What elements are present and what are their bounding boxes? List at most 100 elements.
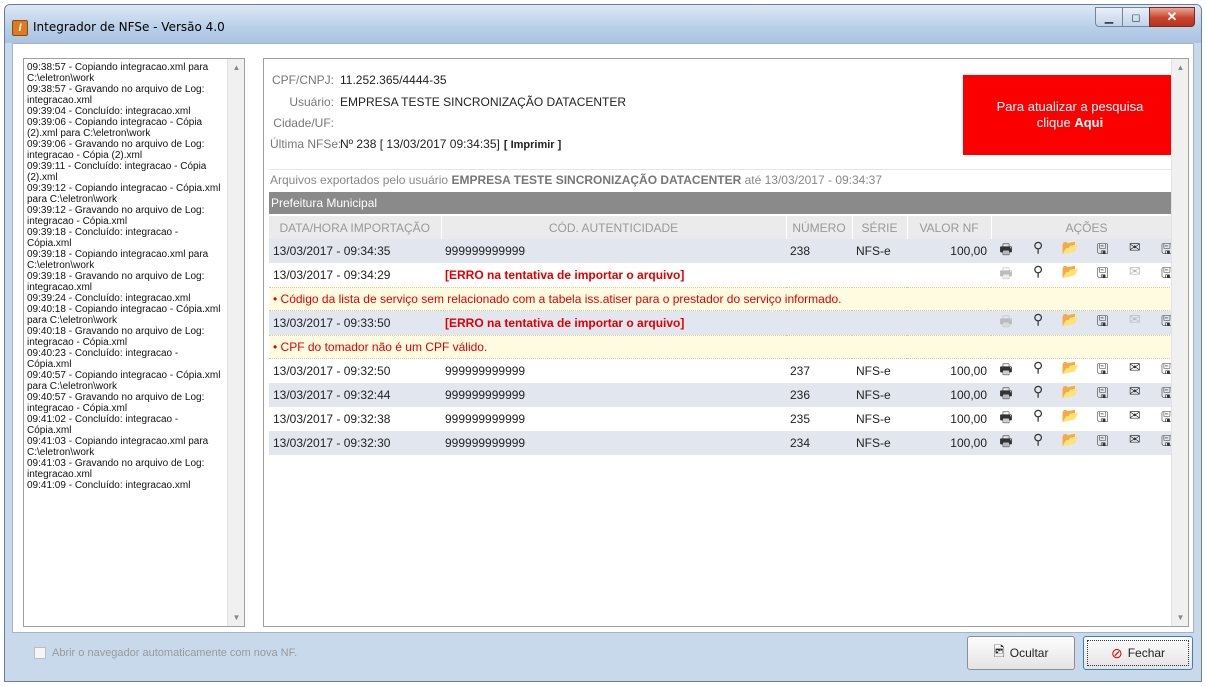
bullet-icon: • xyxy=(273,292,281,306)
export-icon[interactable]: 🖫 xyxy=(1094,311,1112,335)
open-folder-icon[interactable]: 📂 xyxy=(1061,263,1079,287)
open-folder-icon[interactable]: 📂 xyxy=(1061,239,1079,263)
hide-button[interactable]: 🖻 Ocultar xyxy=(967,636,1075,670)
export-icon[interactable]: 🖫 xyxy=(1094,239,1112,263)
refresh-banner[interactable]: Para atualizar a pesquisa clique Aqui xyxy=(963,75,1177,155)
scroll-down-icon[interactable]: ▼ xyxy=(228,609,244,626)
export-icon[interactable]: 🖫 xyxy=(1094,431,1112,455)
actions-cell: 🖶 ⚲ 📂 🖫 ✉ 🖫 xyxy=(991,263,1182,288)
email-icon[interactable]: ✉ xyxy=(1126,359,1144,383)
table-row[interactable]: 13/03/2017 - 09:32:44 999999999999 236 NFS-… xyxy=(269,383,1182,407)
refresh-prefix: clique xyxy=(1036,115,1075,130)
email-icon[interactable]: ✉ xyxy=(1126,311,1144,335)
refresh-link[interactable]: Aqui xyxy=(1074,115,1103,130)
number-cell xyxy=(786,310,852,336)
last-nfse-row: Última NFSe: Nº 238 [ 13/03/2017 09:34:3… xyxy=(270,137,770,153)
search-icon[interactable]: ⚲ xyxy=(1029,239,1047,263)
print-icon[interactable]: 🖶 xyxy=(997,431,1015,455)
number-cell: 235 xyxy=(786,407,852,431)
scroll-up-icon[interactable]: ▲ xyxy=(228,59,244,76)
open-folder-icon[interactable]: 📂 xyxy=(1061,383,1079,407)
open-folder-icon[interactable]: 📂 xyxy=(1061,431,1079,455)
log-line: 09:38:57 - Gravando no arquivo de Log: i… xyxy=(27,84,205,106)
search-icon[interactable]: ⚲ xyxy=(1029,263,1047,287)
log-line: 09:39:12 - Copiando integracao - Cópia.x… xyxy=(27,183,221,205)
cpf-label: CPF/CNPJ: xyxy=(271,73,334,87)
scroll-down-icon[interactable]: ▼ xyxy=(1172,609,1188,626)
open-folder-icon[interactable]: 📂 xyxy=(1061,359,1079,383)
main-scrollbar[interactable]: ▲ ▼ xyxy=(1171,59,1188,626)
email-icon[interactable]: ✉ xyxy=(1126,263,1144,287)
column-header: CÓD. AUTENTICIDADE xyxy=(441,216,787,239)
serie-cell xyxy=(852,310,907,336)
table-row[interactable]: 13/03/2017 - 09:32:50 999999999999 237 NFS-… xyxy=(269,358,1182,383)
export-icon[interactable]: 🖫 xyxy=(1094,263,1112,287)
actions-cell: 🖶 ⚲ 📂 🖫 ✉ 🖫 xyxy=(991,310,1182,336)
table-row[interactable]: 13/03/2017 - 09:34:29 [ERRO na tentativa … xyxy=(269,263,1182,288)
log-line: 09:41:09 - Concluído: integracao.xml xyxy=(27,480,191,491)
actions-cell: 🖶 ⚲ 📂 🖫 ✉ 🖫 xyxy=(991,383,1182,407)
log-line: 09:41:02 - Concluído: integracao - Cópia… xyxy=(27,414,179,436)
log-line: 09:40:23 - Concluído: integracao - Cópia… xyxy=(27,348,179,370)
refresh-line1: Para atualizar a pesquisa xyxy=(996,99,1144,114)
client-area: 09:38:57 - Copiando integracao.xml para … xyxy=(12,43,1194,633)
log-line: 09:39:24 - Concluído: integracao.xml xyxy=(27,293,191,304)
email-icon[interactable]: ✉ xyxy=(1126,407,1144,431)
app-icon: I xyxy=(12,20,28,36)
export-icon[interactable]: 🖫 xyxy=(1094,359,1112,383)
print-icon[interactable]: 🖶 xyxy=(997,311,1015,335)
table-row[interactable]: 13/03/2017 - 09:34:35 999999999999 238 NFS-… xyxy=(269,239,1182,263)
print-icon[interactable]: 🖶 xyxy=(997,407,1015,431)
auto-open-checkbox-row[interactable]: Abrir o navegador automaticamente com no… xyxy=(34,647,297,659)
minimize-icon[interactable]: ▁ xyxy=(1095,7,1123,27)
column-header: AÇÕES xyxy=(991,216,1183,239)
scroll-up-icon[interactable]: ▲ xyxy=(1172,59,1188,76)
print-icon[interactable]: 🖶 xyxy=(997,239,1015,263)
search-icon[interactable]: ⚲ xyxy=(1029,383,1047,407)
number-cell: 236 xyxy=(786,383,852,407)
print-icon[interactable]: 🖶 xyxy=(997,383,1015,407)
table-row[interactable]: 13/03/2017 - 09:33:50 [ERRO na tentativa … xyxy=(269,310,1182,336)
title-bar[interactable]: I Integrador de NFSe - Versão 4.0 ▁ ◻ ✕ xyxy=(5,5,1201,43)
code-cell: 999999999999 xyxy=(441,431,786,455)
log-line: 09:39:06 - Gravando no arquivo de Log: i… xyxy=(27,139,205,161)
print-link[interactable]: [ Imprimir ] xyxy=(504,139,561,151)
print-icon[interactable]: 🖶 xyxy=(997,263,1015,287)
search-icon[interactable]: ⚲ xyxy=(1029,431,1047,455)
auto-open-checkbox[interactable] xyxy=(34,647,46,659)
export-icon[interactable]: 🖫 xyxy=(1094,407,1112,431)
log-line: 09:40:18 - Copiando integracao - Cópia.x… xyxy=(27,304,221,326)
open-folder-icon[interactable]: 📂 xyxy=(1061,311,1079,335)
close-button[interactable]: ⊘ Fechar xyxy=(1083,636,1193,670)
email-icon[interactable]: ✉ xyxy=(1126,431,1144,455)
value-cell: 100,00 xyxy=(907,383,991,407)
log-line: 09:39:18 - Gravando no arquivo de Log: i… xyxy=(27,271,205,293)
nfse-table: DATA/HORA IMPORTAÇÃO CÓD. AUTENTICIDADE NÚ… xyxy=(269,216,1183,455)
email-icon[interactable]: ✉ xyxy=(1126,383,1144,407)
serie-cell: NFS-e xyxy=(852,431,907,455)
table-row[interactable]: 13/03/2017 - 09:32:30 999999999999 234 NFS-… xyxy=(269,431,1182,455)
code-cell: [ERRO na tentativa de importar o arquivo… xyxy=(441,310,786,336)
search-icon[interactable]: ⚲ xyxy=(1029,311,1047,335)
log-scrollbar[interactable]: ▲ ▼ xyxy=(227,59,244,626)
log-line: 09:39:06 - Copiando integracao - Cópia (… xyxy=(27,117,203,139)
cpf-value: 11.252.365/4444-35 xyxy=(340,73,447,87)
table-row[interactable]: 13/03/2017 - 09:32:38 999999999999 235 NFS-… xyxy=(269,407,1182,431)
search-icon[interactable]: ⚲ xyxy=(1029,359,1047,383)
code-cell: [ERRO na tentativa de importar o arquivo… xyxy=(441,263,786,288)
log-line: 09:40:57 - Copiando integracao - Cópia.x… xyxy=(27,370,221,392)
close-icon[interactable]: ✕ xyxy=(1149,7,1195,27)
log-panel[interactable]: 09:38:57 - Copiando integracao.xml para … xyxy=(23,58,245,627)
export-icon[interactable]: 🖫 xyxy=(1094,383,1112,407)
email-icon[interactable]: ✉ xyxy=(1126,239,1144,263)
log-line: 09:40:57 - Gravando no arquivo de Log: i… xyxy=(27,392,205,414)
serie-cell: NFS-e xyxy=(852,383,907,407)
log-line: 09:39:18 - Copiando integracao.xml para … xyxy=(27,249,209,271)
print-icon[interactable]: 🖶 xyxy=(997,359,1015,383)
hide-button-label: Ocultar xyxy=(1009,646,1049,660)
open-folder-icon[interactable]: 📂 xyxy=(1061,407,1079,431)
maximize-icon[interactable]: ◻ xyxy=(1122,7,1150,27)
error-text: [ERRO na tentativa de importar o arquivo… xyxy=(445,268,685,282)
search-icon[interactable]: ⚲ xyxy=(1029,407,1047,431)
date-cell: 13/03/2017 - 09:32:30 xyxy=(269,431,441,455)
